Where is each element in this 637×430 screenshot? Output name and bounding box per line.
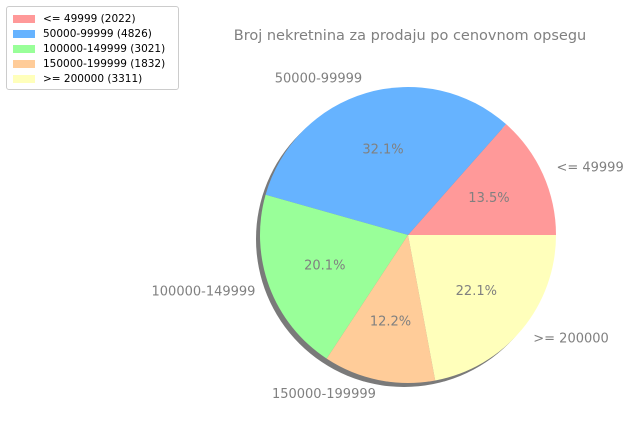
legend-label: 50000-99999 (4826) bbox=[43, 27, 152, 40]
legend-item: 150000-199999 (1832) bbox=[13, 57, 172, 72]
legend-swatch bbox=[13, 29, 35, 38]
percent-label: 12.2% bbox=[370, 315, 411, 330]
legend-item: 50000-99999 (4826) bbox=[13, 26, 172, 41]
legend-swatch bbox=[13, 44, 35, 53]
category-label: <= 49999 bbox=[556, 161, 623, 176]
legend-swatch bbox=[13, 14, 35, 23]
category-label: 50000-99999 bbox=[275, 71, 362, 86]
percent-label: 20.1% bbox=[304, 259, 345, 274]
category-label: 150000-199999 bbox=[272, 387, 376, 402]
percent-label: 13.5% bbox=[468, 191, 509, 206]
legend-item: 100000-149999 (3021) bbox=[13, 41, 172, 56]
legend: <= 49999 (2022) 50000-99999 (4826) 10000… bbox=[6, 6, 179, 90]
legend-item: <= 49999 (2022) bbox=[13, 11, 172, 26]
percent-label: 22.1% bbox=[456, 284, 497, 299]
legend-swatch bbox=[13, 60, 35, 69]
legend-label: <= 49999 (2022) bbox=[43, 12, 136, 25]
legend-label: 150000-199999 (1832) bbox=[43, 58, 166, 71]
legend-label: 100000-149999 (3021) bbox=[43, 42, 166, 55]
category-label: 100000-149999 bbox=[152, 284, 256, 299]
legend-swatch bbox=[13, 75, 35, 84]
legend-item: >= 200000 (3311) bbox=[13, 72, 172, 87]
category-label: >= 200000 bbox=[533, 331, 609, 346]
percent-label: 32.1% bbox=[362, 142, 403, 157]
legend-label: >= 200000 (3311) bbox=[43, 73, 143, 86]
